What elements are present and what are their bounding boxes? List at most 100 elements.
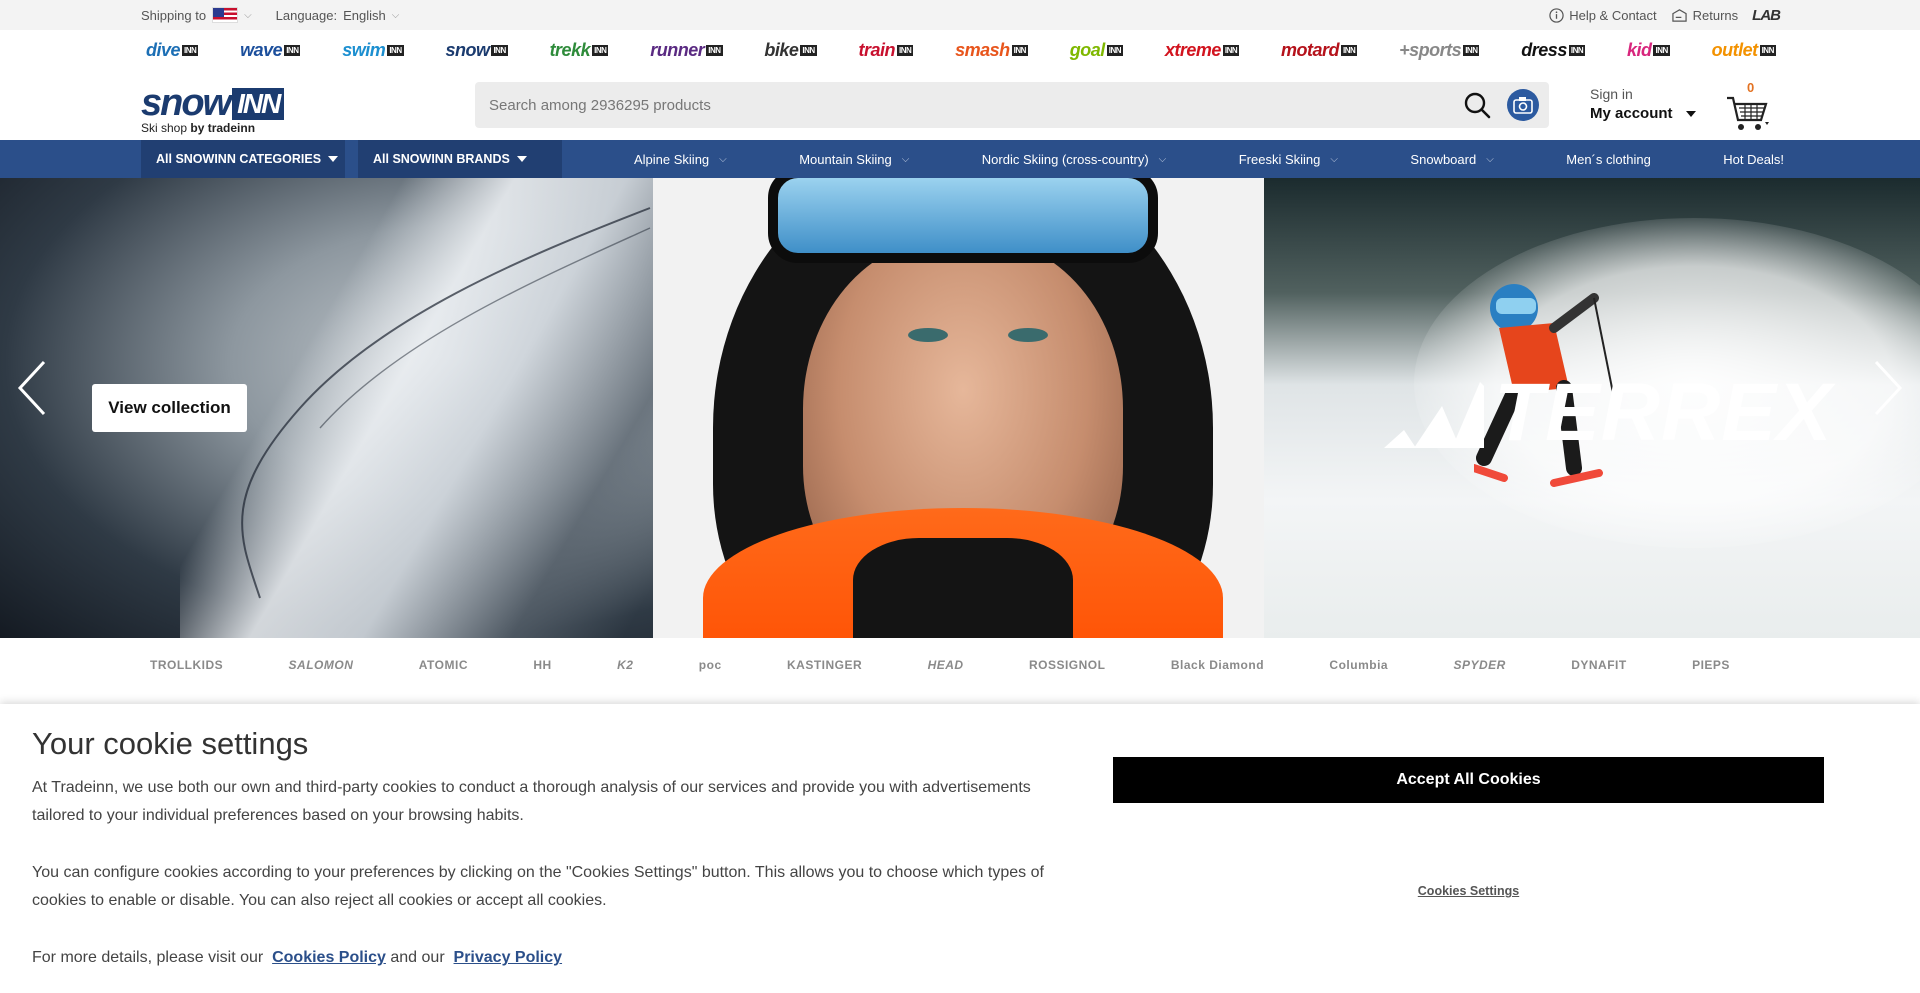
cart-button[interactable]: 0 [1725,80,1773,132]
store-link-dive[interactable]: dive INN [146,40,199,61]
jacket-collar [853,538,1073,638]
logo-inn: INN [232,87,285,120]
store-name: swim [342,40,386,60]
chevron-down-icon[interactable]: ⌵ [244,10,252,21]
nav-link-label: Men´s clothing [1566,151,1651,167]
nav-link-men-s-clothing[interactable]: Men´s clothing [1566,152,1651,167]
main-navigation: All SNOWINN CATEGORIES All SNOWINN BRAND… [0,140,1920,178]
store-link-outlet[interactable]: outlet INN [1712,40,1776,61]
brand-logo-head[interactable]: HEAD [928,658,964,672]
brand-logo-rossignol[interactable]: ROSSIGNOL [1029,658,1106,672]
us-flag-icon[interactable] [212,7,239,23]
nav-link-mountain-skiing[interactable]: Mountain Skiing ⌵ [799,152,909,167]
store-inn-badge: INN [182,45,199,56]
image-search-button[interactable] [1507,89,1539,121]
store-link-runner[interactable]: runner INN [650,40,723,61]
account-menu[interactable]: Sign in My account [1590,84,1696,124]
cookies-settings-link[interactable]: Cookies Settings [1113,884,1824,906]
brand-logo-hh[interactable]: HH [533,658,551,672]
lab-link[interactable]: LAB [1752,7,1781,24]
store-link-wave[interactable]: wave INN [240,40,301,61]
nav-link-hot-deals[interactable]: Hot Deals! [1723,152,1784,167]
carousel-next-arrow[interactable] [1868,358,1908,418]
goggles [768,178,1158,263]
store-name: goal [1069,40,1106,60]
nav-link-label: Freeski Skiing [1238,151,1321,167]
nav-link-label: Hot Deals! [1723,151,1784,167]
store-link-train[interactable]: train INN [858,40,914,61]
all-categories-dropdown[interactable]: All SNOWINN CATEGORIES [141,140,345,178]
brand-logo-trollkids[interactable]: TROLLKIDS [150,658,223,672]
cookie-paragraph-1: At Tradeinn, we use both our own and thi… [32,779,1031,824]
store-inn-badge: INN [1759,45,1776,56]
store-link-bike[interactable]: bike INN [764,40,817,61]
store-name: wave [240,40,283,60]
privacy-policy-link[interactable]: Privacy Policy [454,949,563,966]
store-link-motard[interactable]: motard INN [1281,40,1358,61]
help-contact-link[interactable]: Help & Contact [1549,8,1657,23]
terrex-brand-logo: TERREX [1384,366,1833,460]
view-collection-button[interactable]: View collection [92,384,247,432]
camera-icon [1513,97,1533,114]
store-link-swim[interactable]: swim INN [342,40,404,61]
hero-carousel: TERREX View collection [0,178,1920,638]
brand-logo-spyder[interactable]: SPYDER [1453,658,1505,672]
store-link-snow[interactable]: snow INN [445,40,508,61]
cookie-paragraph-3: For more details, please visit our Cooki… [32,944,1082,972]
search-input[interactable] [489,82,1389,128]
right-eye [1008,328,1048,342]
language-label: Language: [275,7,338,23]
all-categories-label: All SNOWINN CATEGORIES [156,152,322,166]
brand-logo-kastinger[interactable]: KASTINGER [787,658,862,672]
store-link-xtreme[interactable]: xtreme INN [1164,40,1240,61]
search-bar [475,82,1549,128]
nav-link-label: Nordic Skiing (cross-country) [981,151,1149,167]
store-link-dress[interactable]: dress INN [1521,40,1586,61]
brand-logo-k2[interactable]: K2 [617,658,633,672]
chevron-down-icon: ⌵ [1158,153,1167,165]
store-link-kid[interactable]: kid INN [1627,40,1670,61]
nav-link-label: Alpine Skiing [634,151,710,167]
store-link-goal[interactable]: goal INN [1069,40,1124,61]
brand-logo-poc[interactable]: poc [699,658,722,672]
my-account-label: My account [1590,105,1673,122]
store-link-plussports[interactable]: +sports INN [1399,40,1480,61]
nav-link-alpine-skiing[interactable]: Alpine Skiing ⌵ [634,152,727,167]
brand-logo-dynafit[interactable]: DYNAFIT [1571,658,1627,672]
cookie-paragraph-2: You can configure cookies according to y… [32,864,1044,909]
terrex-text: TERREX [1494,367,1833,458]
logo-sub-prefix: Ski shop [141,121,188,135]
all-brands-dropdown[interactable]: All SNOWINN BRANDS [358,140,562,178]
search-icon[interactable] [1463,91,1491,119]
brand-logo-atomic[interactable]: ATOMIC [419,658,468,672]
utility-bar: Shipping to ⌵ Language: English ⌵ Help &… [0,0,1920,30]
store-link-smash[interactable]: smash INN [955,40,1028,61]
store-inn-badge: INN [896,45,914,56]
brand-logo-black-diamond[interactable]: Black Diamond [1171,658,1264,672]
left-eye [908,328,948,342]
language-selector[interactable]: English [343,8,386,23]
chevron-down-icon[interactable]: ⌵ [392,10,400,21]
brand-logo-pieps[interactable]: PIEPS [1692,658,1730,672]
chevron-down-icon: ⌵ [1330,153,1338,165]
accept-all-cookies-button[interactable]: Accept All Cookies [1113,757,1824,803]
brand-logo-salomon[interactable]: SALOMON [289,658,354,672]
snowinn-logo[interactable]: snow INN Ski shop by tradeinn [141,82,285,135]
nav-link-snowboard[interactable]: Snowboard ⌵ [1410,152,1493,167]
returns-link[interactable]: Returns [1671,8,1738,23]
store-name: smash [955,40,1010,60]
carousel-prev-arrow[interactable] [12,358,52,418]
store-inn-badge: INN [1341,45,1358,56]
store-link-trekk[interactable]: trekk INN [550,40,609,61]
chevron-down-icon: ⌵ [901,153,910,165]
nav-link-freeski-skiing[interactable]: Freeski Skiing ⌵ [1239,152,1338,167]
store-name: xtreme [1164,40,1222,60]
cookies-policy-link[interactable]: Cookies Policy [272,949,386,966]
nav-link-label: Snowboard [1410,151,1477,167]
brand-logo-columbia[interactable]: Columbia [1329,658,1388,672]
nav-link-nordic-skiing-cross-country[interactable]: Nordic Skiing (cross-country) ⌵ [982,152,1166,167]
hero-slide-terrex: TERREX [1264,178,1920,638]
store-logos-row: dive INN wave INN swim INN snow INN trekk INN runn… [146,40,1776,61]
shipping-label: Shipping to [141,7,207,23]
store-inn-badge: INN [800,45,817,56]
